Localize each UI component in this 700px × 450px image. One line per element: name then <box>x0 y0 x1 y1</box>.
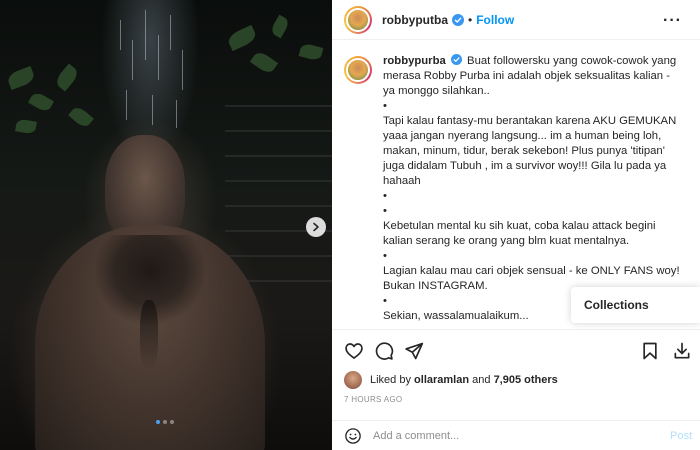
caption-line: • <box>383 250 387 262</box>
comment-bar: Post <box>332 420 700 450</box>
smiley-icon[interactable] <box>344 427 362 445</box>
carousel-indicator <box>156 420 174 424</box>
post-media[interactable] <box>0 0 332 450</box>
caption-line: • <box>383 205 387 217</box>
caption-text: robbypurba Buat followersku yang cowok-c… <box>383 54 685 324</box>
verified-badge-icon <box>450 54 462 65</box>
carousel-dot <box>163 420 167 424</box>
chevron-right-icon <box>313 222 319 232</box>
collections-popup[interactable]: Collections <box>571 287 700 323</box>
caption-username[interactable]: robbypurba <box>383 55 446 67</box>
bookmark-icon[interactable] <box>640 341 660 361</box>
verified-badge-icon <box>452 13 464 26</box>
post-comment-button[interactable]: Post <box>670 430 692 442</box>
post-header: robbyputba • Follow ··· <box>332 0 700 40</box>
carousel-dot <box>156 420 160 424</box>
caption-line: Kebetulan mental ku sih kuat, coba kalau… <box>383 220 656 247</box>
post-actions <box>332 329 700 371</box>
post-photo <box>0 0 332 450</box>
more-options-button[interactable]: ··· <box>663 12 682 30</box>
likes-count-link[interactable]: 7,905 others <box>494 374 558 386</box>
post-details-panel: robbyputba • Follow ··· robbypurba Buat … <box>332 0 700 450</box>
likes-joiner: and <box>472 374 491 386</box>
heart-icon[interactable] <box>344 341 364 361</box>
carousel-dot <box>170 420 174 424</box>
caption-line: Tapi kalau fantasy-mu berantakan karena … <box>383 115 677 187</box>
likes-summary: Liked by ollaramlan and 7,905 others <box>344 371 558 389</box>
avatar[interactable] <box>344 371 362 389</box>
comment-bubble-icon[interactable] <box>374 341 394 361</box>
download-icon[interactable] <box>672 341 692 361</box>
avatar[interactable] <box>344 56 372 84</box>
comment-input[interactable] <box>373 429 643 442</box>
caption-section: robbypurba Buat followersku yang cowok-c… <box>332 41 700 329</box>
avatar[interactable] <box>344 5 372 34</box>
paper-plane-icon[interactable] <box>404 341 424 361</box>
caption-line: • <box>383 100 387 112</box>
post-author-username[interactable]: robbyputba <box>382 13 448 27</box>
next-slide-button[interactable] <box>306 217 326 237</box>
caption-line: • <box>383 190 387 202</box>
follow-button[interactable]: Follow <box>476 13 514 27</box>
liked-by-username[interactable]: ollaramlan <box>414 374 469 386</box>
likes-prefix: Liked by <box>370 374 411 386</box>
post-timestamp[interactable]: 7 HOURS AGO <box>344 395 402 404</box>
header-separator: • <box>468 12 473 27</box>
